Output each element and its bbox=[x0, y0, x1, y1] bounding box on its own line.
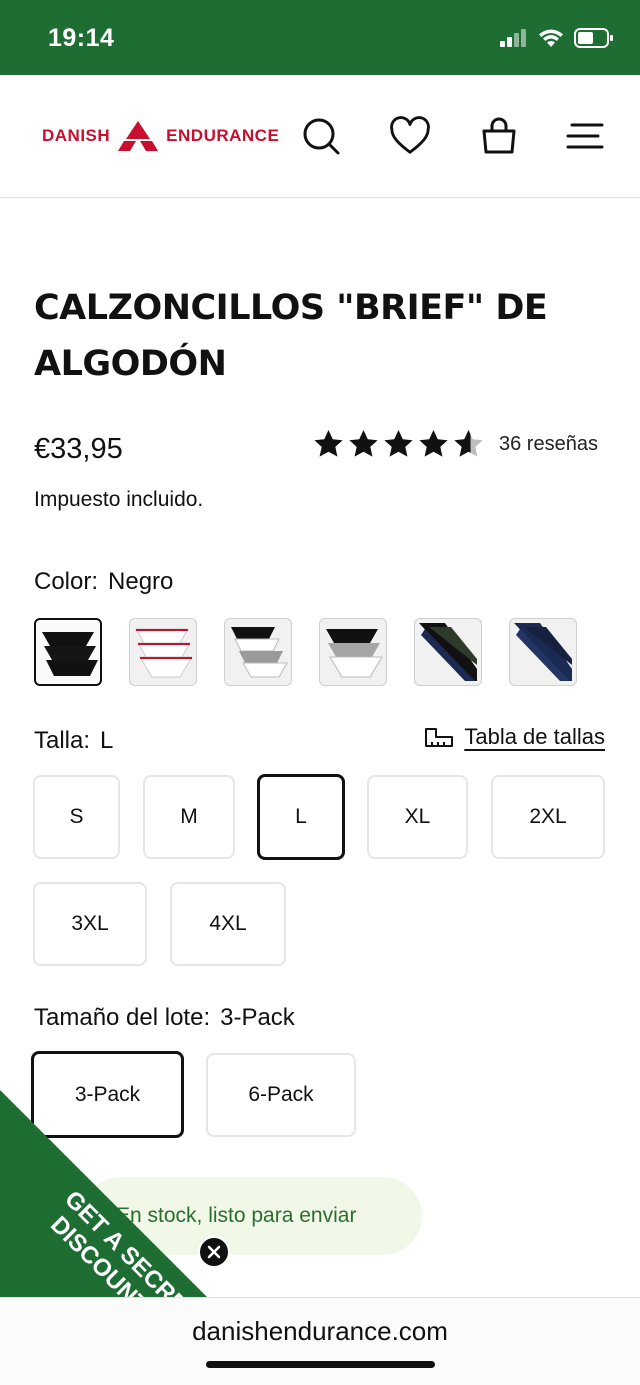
product-title-line-2: ALGODÓN bbox=[34, 344, 227, 384]
product-title-line-1: CALZONCILLOS "BRIEF" DE bbox=[34, 288, 548, 328]
site-header: DANISH ENDURANCE bbox=[0, 75, 640, 198]
size-option-s[interactable]: S bbox=[33, 775, 120, 859]
swatch-white-image bbox=[135, 628, 193, 678]
rating-summary[interactable]: 36 reseñas bbox=[312, 428, 598, 460]
home-indicator bbox=[206, 1361, 435, 1368]
cart-button[interactable] bbox=[478, 115, 520, 157]
color-label: Color: bbox=[34, 568, 99, 595]
star-icon bbox=[314, 430, 343, 457]
secret-discount-tab[interactable]: GET A SECRET DISCOUNT bbox=[0, 1090, 210, 1300]
color-swatch-navy[interactable] bbox=[509, 618, 577, 686]
search-icon bbox=[303, 118, 340, 155]
size-guide-text[interactable]: Tabla de tallas bbox=[464, 724, 605, 750]
pack-option-6[interactable]: 6-Pack bbox=[206, 1053, 356, 1137]
close-icon bbox=[207, 1245, 221, 1259]
size-option-4xl[interactable]: 4XL bbox=[170, 882, 286, 966]
wishlist-button[interactable] bbox=[389, 115, 431, 157]
brand-name-left: DANISH bbox=[42, 126, 111, 145]
status-icons bbox=[500, 28, 614, 48]
pack-label: Tamaño del lote: bbox=[34, 1004, 211, 1031]
size-option-l[interactable]: L bbox=[257, 774, 345, 860]
color-swatch-black-navy-green[interactable] bbox=[414, 618, 482, 686]
swatch-black-image bbox=[42, 632, 98, 676]
review-count[interactable]: 36 reseñas bbox=[499, 433, 598, 456]
ruler-icon bbox=[425, 728, 454, 747]
size-value: L bbox=[100, 727, 114, 754]
color-label-row: Color: Negro bbox=[34, 568, 173, 596]
color-swatch-white[interactable] bbox=[129, 618, 197, 686]
star-icon bbox=[419, 430, 448, 457]
pack-label-row: Tamaño del lote: 3-Pack bbox=[34, 1004, 295, 1032]
color-swatch-black-white-grey[interactable] bbox=[224, 618, 292, 686]
swatch-mixed2-image bbox=[326, 629, 383, 678]
swatch-6pack-image bbox=[419, 623, 477, 681]
wifi-icon bbox=[539, 29, 563, 47]
menu-icon bbox=[566, 123, 604, 149]
brand-logo[interactable]: DANISH ENDURANCE bbox=[42, 121, 279, 151]
brand-mark-icon bbox=[118, 121, 159, 151]
menu-button[interactable] bbox=[564, 115, 606, 157]
size-option-m[interactable]: M bbox=[143, 775, 235, 859]
pack-value: 3-Pack bbox=[220, 1004, 295, 1031]
half-star-icon bbox=[454, 430, 483, 457]
brand-name-right: ENDURANCE bbox=[166, 126, 280, 145]
color-value: Negro bbox=[108, 568, 174, 595]
product-price: €33,95 bbox=[34, 433, 123, 465]
tax-note: Impuesto incluido. bbox=[34, 488, 204, 511]
bag-icon bbox=[482, 117, 516, 154]
size-guide-link[interactable]: Tabla de tallas bbox=[424, 724, 605, 750]
battery-icon bbox=[574, 28, 613, 48]
promo-close-button[interactable] bbox=[198, 1236, 230, 1268]
swatch-mixed-image bbox=[231, 627, 288, 678]
size-option-3xl[interactable]: 3XL bbox=[33, 882, 147, 966]
color-swatches bbox=[34, 618, 577, 686]
star-icon bbox=[384, 430, 413, 457]
swatch-navy-image bbox=[514, 623, 572, 681]
size-option-xl[interactable]: XL bbox=[367, 775, 468, 859]
browser-url[interactable]: danishendurance.com bbox=[0, 1316, 640, 1347]
size-label: Talla: bbox=[34, 727, 91, 754]
status-bar: 19:14 bbox=[0, 0, 640, 75]
heart-icon bbox=[390, 116, 430, 154]
color-swatch-black-grey-white[interactable] bbox=[319, 618, 387, 686]
size-option-2xl[interactable]: 2XL bbox=[491, 775, 605, 859]
browser-address-bar[interactable]: danishendurance.com bbox=[0, 1297, 640, 1385]
signal-icon bbox=[500, 29, 526, 47]
search-button[interactable] bbox=[300, 115, 342, 157]
status-time: 19:14 bbox=[48, 24, 115, 52]
product-title: CALZONCILLOS "BRIEF" DE ALGODÓN bbox=[34, 280, 594, 392]
color-swatch-black[interactable] bbox=[34, 618, 102, 686]
size-label-row: Talla: L bbox=[34, 727, 113, 755]
star-icon bbox=[349, 430, 378, 457]
rating-stars bbox=[312, 428, 485, 460]
